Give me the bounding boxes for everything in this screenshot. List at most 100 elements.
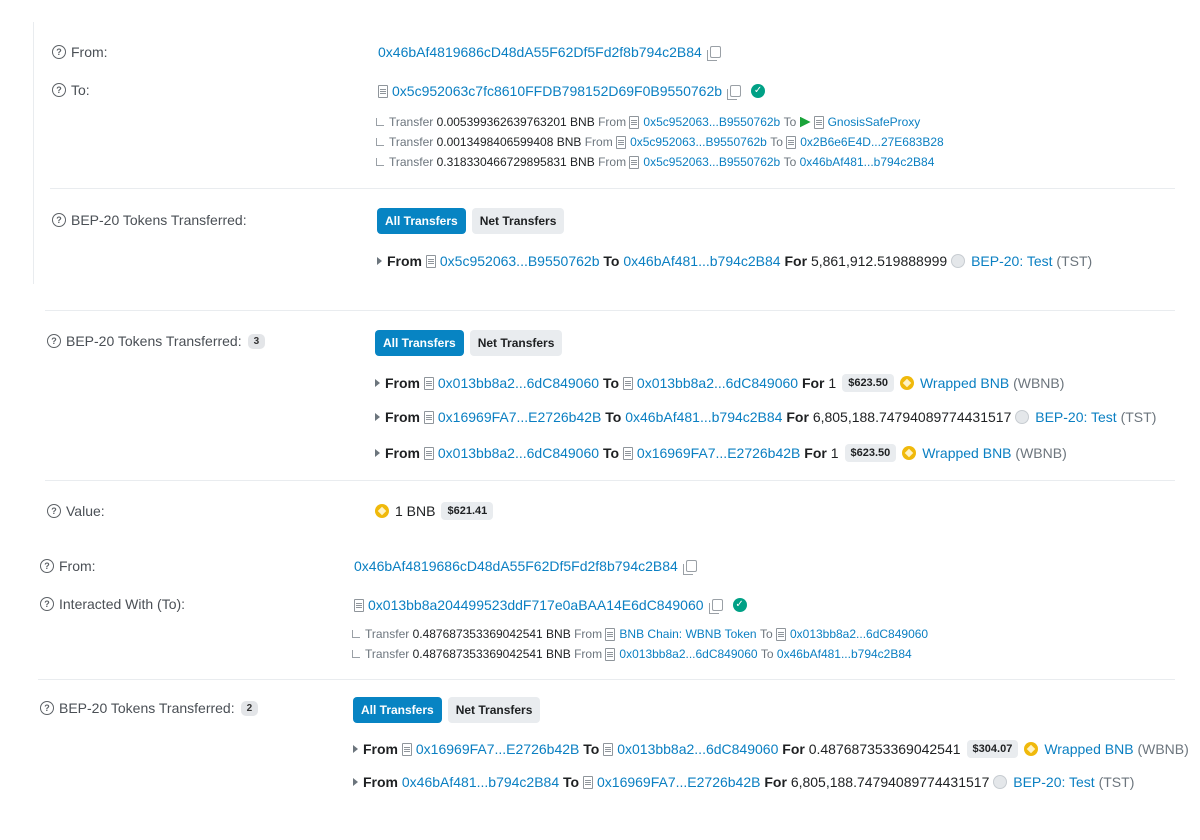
token-count-badge: 3 bbox=[247, 333, 266, 349]
internal-transfer-row: Transfer 0.0013498406599408 BNB From 0x5… bbox=[376, 135, 944, 149]
net-transfers-button[interactable]: Net Transfers bbox=[471, 208, 565, 234]
transfer-to-link[interactable]: 0x46bAf481...b794c2B84 bbox=[625, 409, 782, 425]
token-logo-icon bbox=[951, 254, 966, 268]
token-transfer-row: From 0x46bAf481...b794c2B84 To 0x16969FA… bbox=[353, 774, 1134, 790]
token-link[interactable]: Wrapped BNB bbox=[922, 445, 1011, 461]
section-divider-vertical bbox=[33, 22, 34, 284]
internal-from-link[interactable]: 0x5c952063...B9550762b bbox=[630, 135, 767, 149]
token-logo-icon bbox=[993, 775, 1008, 789]
internal-to-link[interactable]: 0x46bAf481...b794c2B84 bbox=[777, 647, 912, 661]
contract-icon bbox=[378, 84, 388, 98]
token-transfer-row: From 0x013bb8a2...6dC849060 To 0x013bb8a… bbox=[375, 374, 1064, 392]
token-transfer-row: From 0x013bb8a2...6dC849060 To 0x16969FA… bbox=[375, 444, 1067, 462]
transfer-to-link[interactable]: 0x46bAf481...b794c2B84 bbox=[623, 253, 780, 269]
internal-to-link[interactable]: GnosisSafeProxy bbox=[828, 115, 921, 129]
internal-transfer-row: Transfer 0.318330466729895831 BNB From 0… bbox=[376, 155, 934, 169]
contract-icon bbox=[786, 135, 797, 149]
copy-icon[interactable] bbox=[682, 560, 697, 575]
price-badge: $623.50 bbox=[842, 374, 894, 392]
internal-transfer-row: Transfer 0.487687353369042541 BNB From 0… bbox=[352, 647, 912, 661]
to-address-link[interactable]: 0x013bb8a204499523ddF717e0aBAA14E6dC8490… bbox=[368, 597, 704, 613]
transfer-from-link[interactable]: 0x46bAf481...b794c2B84 bbox=[402, 774, 559, 790]
internal-from-link[interactable]: BNB Chain: WBNB Token bbox=[619, 627, 756, 641]
divider bbox=[38, 679, 1175, 680]
internal-to-link[interactable]: 0x013bb8a2...6dC849060 bbox=[790, 627, 928, 641]
from-address-link[interactable]: 0x46bAf4819686cD48dA55F62Df5Fd2f8b794c2B… bbox=[354, 558, 678, 574]
price-badge: $623.50 bbox=[844, 444, 897, 462]
transfer-to-link[interactable]: 0x013bb8a2...6dC849060 bbox=[637, 375, 798, 391]
token-link[interactable]: BEP-20: Test bbox=[1013, 774, 1094, 790]
wbnb-logo-icon bbox=[899, 376, 914, 390]
net-transfers-button[interactable]: Net Transfers bbox=[447, 697, 541, 723]
contract-icon bbox=[423, 446, 434, 460]
bnb-logo-icon bbox=[375, 504, 389, 518]
verified-check-icon: ✓ bbox=[751, 84, 766, 98]
from-address-row: 0x46bAf4819686cD48dA55F62Df5Fd2f8b794c2B… bbox=[378, 44, 721, 61]
tokens-transferred-label: ? BEP-20 Tokens Transferred: 2 bbox=[40, 700, 259, 716]
expand-caret-icon[interactable] bbox=[353, 745, 358, 753]
transfer-filter-tabs: All Transfers Net Transfers bbox=[353, 697, 546, 723]
value-amount: 1 BNB bbox=[395, 503, 436, 519]
transfer-from-link[interactable]: 0x16969FA7...E2726b42B bbox=[416, 741, 579, 757]
elbow-icon bbox=[376, 118, 384, 126]
from-label: ? From: bbox=[40, 558, 96, 574]
help-icon: ? bbox=[52, 83, 66, 97]
contract-icon bbox=[616, 135, 627, 149]
contract-icon bbox=[425, 254, 436, 268]
internal-from-link[interactable]: 0x5c952063...B9550762b bbox=[643, 155, 780, 169]
contract-icon bbox=[605, 647, 616, 661]
expand-caret-icon[interactable] bbox=[375, 413, 380, 421]
contract-icon bbox=[813, 115, 824, 129]
internal-from-link[interactable]: 0x013bb8a2...6dC849060 bbox=[619, 647, 757, 661]
help-icon: ? bbox=[40, 701, 54, 715]
contract-icon bbox=[401, 742, 412, 756]
help-icon: ? bbox=[52, 45, 66, 59]
contract-icon bbox=[622, 376, 633, 390]
contract-icon bbox=[605, 627, 616, 641]
contract-icon bbox=[354, 598, 364, 612]
transfer-to-link[interactable]: 0x16969FA7...E2726b42B bbox=[637, 445, 800, 461]
elbow-icon bbox=[376, 138, 384, 146]
expand-caret-icon[interactable] bbox=[377, 257, 382, 265]
transfer-from-link[interactable]: 0x013bb8a2...6dC849060 bbox=[438, 375, 599, 391]
tokens-transferred-label: ? BEP-20 Tokens Transferred: 3 bbox=[47, 333, 266, 349]
from-address-link[interactable]: 0x46bAf4819686cD48dA55F62Df5Fd2f8b794c2B… bbox=[378, 44, 702, 60]
transfer-to-link[interactable]: 0x16969FA7...E2726b42B bbox=[597, 774, 760, 790]
expand-caret-icon[interactable] bbox=[375, 379, 380, 387]
transfer-from-link[interactable]: 0x5c952063...B9550762b bbox=[440, 253, 600, 269]
all-transfers-button[interactable]: All Transfers bbox=[353, 697, 442, 723]
contract-icon bbox=[629, 155, 640, 169]
copy-icon[interactable] bbox=[706, 46, 721, 61]
internal-to-link[interactable]: 0x2B6e6E4D...27E683B28 bbox=[800, 135, 943, 149]
copy-icon[interactable] bbox=[727, 85, 742, 100]
tokens-transferred-label: ? BEP-20 Tokens Transferred: bbox=[52, 212, 247, 228]
token-transfer-row: From 0x16969FA7...E2726b42B To 0x013bb8a… bbox=[353, 740, 1189, 758]
transfer-filter-tabs: All Transfers Net Transfers bbox=[375, 330, 568, 356]
wbnb-logo-icon bbox=[1024, 742, 1039, 756]
token-link[interactable]: BEP-20: Test bbox=[1035, 409, 1116, 425]
to-address-row: 0x013bb8a204499523ddF717e0aBAA14E6dC8490… bbox=[354, 597, 747, 614]
contract-icon bbox=[603, 742, 614, 756]
price-badge: $304.07 bbox=[966, 740, 1019, 758]
from-address-row: 0x46bAf4819686cD48dA55F62Df5Fd2f8b794c2B… bbox=[354, 558, 697, 575]
transfer-to-link[interactable]: 0x013bb8a2...6dC849060 bbox=[617, 741, 778, 757]
transfer-from-link[interactable]: 0x16969FA7...E2726b42B bbox=[438, 409, 601, 425]
value-row: 1 BNB $621.41 bbox=[375, 502, 499, 520]
value-label: ? Value: bbox=[47, 503, 105, 519]
contract-icon bbox=[583, 775, 593, 789]
net-transfers-button[interactable]: Net Transfers bbox=[469, 330, 563, 356]
expand-caret-icon[interactable] bbox=[353, 778, 358, 786]
to-label: ? To: bbox=[52, 82, 90, 98]
token-link[interactable]: Wrapped BNB bbox=[920, 375, 1009, 391]
contract-icon bbox=[775, 627, 786, 641]
token-link[interactable]: Wrapped BNB bbox=[1044, 741, 1133, 757]
all-transfers-button[interactable]: All Transfers bbox=[377, 208, 466, 234]
transfer-from-link[interactable]: 0x013bb8a2...6dC849060 bbox=[438, 445, 599, 461]
expand-caret-icon[interactable] bbox=[375, 449, 380, 457]
to-address-link[interactable]: 0x5c952063c7fc8610FFDB798152D69F0B955076… bbox=[392, 83, 722, 99]
internal-from-link[interactable]: 0x5c952063...B9550762b bbox=[643, 115, 780, 129]
internal-to-link[interactable]: 0x46bAf481...b794c2B84 bbox=[800, 155, 935, 169]
all-transfers-button[interactable]: All Transfers bbox=[375, 330, 464, 356]
token-link[interactable]: BEP-20: Test bbox=[971, 253, 1052, 269]
copy-icon[interactable] bbox=[708, 599, 723, 614]
